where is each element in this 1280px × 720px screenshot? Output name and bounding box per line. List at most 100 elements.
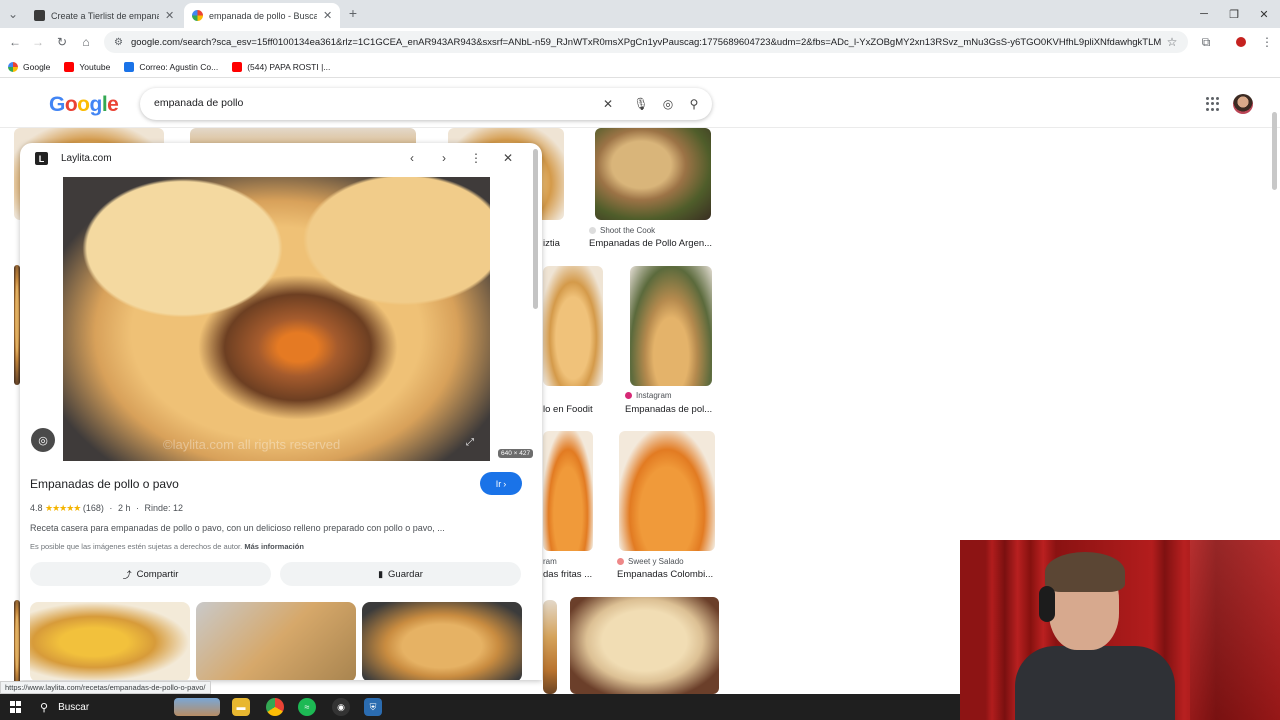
result-source[interactable]: ram bbox=[543, 557, 557, 566]
tab-title: empanada de pollo - Buscar con Google bbox=[209, 10, 317, 21]
bookmark-label: Google bbox=[23, 61, 51, 72]
browser-toolbar: ← → ↻ ⌂ ⚙ google.com/search?sca_esv=15ff… bbox=[0, 28, 1280, 56]
source-favicon-icon bbox=[617, 558, 624, 565]
result-image[interactable] bbox=[543, 266, 603, 386]
extensions-icon[interactable]: ⧉ bbox=[1198, 34, 1214, 50]
avatar[interactable] bbox=[1233, 94, 1253, 114]
result-caption[interactable]: Empanadas Colombi... bbox=[617, 569, 713, 580]
lens-search-icon[interactable]: ◎ bbox=[31, 428, 55, 452]
next-icon[interactable]: › bbox=[436, 150, 452, 166]
result-image[interactable] bbox=[630, 266, 712, 386]
bookmark-youtube[interactable]: Youtube bbox=[64, 61, 110, 72]
share-button[interactable]: ⤴ Compartir bbox=[30, 562, 271, 586]
webcam-overlay bbox=[960, 540, 1280, 720]
save-button[interactable]: ▮ Guardar bbox=[280, 562, 521, 586]
profile-icon[interactable] bbox=[1233, 34, 1249, 50]
bookmark-star-icon[interactable]: ☆ bbox=[1164, 34, 1180, 50]
related-image[interactable] bbox=[362, 602, 522, 680]
search-icon[interactable]: ⚲ bbox=[687, 97, 701, 111]
previous-icon[interactable]: ‹ bbox=[404, 150, 420, 166]
search-box[interactable]: empanada de pollo ✕ 🎙 ◎ ⚲ bbox=[140, 88, 712, 120]
bookmark-label: Correo: Agustin Co... bbox=[139, 61, 219, 72]
address-url: google.com/search?sca_esv=15ff0100134ea3… bbox=[130, 36, 1161, 48]
tab-title: Create a Tierlist de empanadas bbox=[51, 10, 159, 21]
google-favicon-icon bbox=[192, 10, 203, 21]
chrome-icon[interactable] bbox=[266, 698, 284, 716]
menu-icon[interactable]: ⋮ bbox=[1259, 34, 1275, 50]
result-image[interactable] bbox=[595, 128, 711, 220]
tab-tierlist[interactable]: Create a Tierlist de empanadas ✕ bbox=[26, 3, 182, 28]
result-image[interactable] bbox=[543, 600, 557, 694]
close-window-icon[interactable]: ✕ bbox=[1248, 0, 1280, 28]
tierlist-favicon-icon bbox=[34, 10, 45, 21]
youtube-icon bbox=[232, 61, 243, 72]
browser-tabstrip: ⌄ Create a Tierlist de empanadas ✕ empan… bbox=[0, 0, 1280, 28]
reload-icon[interactable]: ↻ bbox=[54, 34, 70, 50]
site-name[interactable]: Laylita.com bbox=[61, 153, 112, 164]
result-title[interactable]: Empanadas de pollo o pavo bbox=[30, 477, 179, 491]
widget-landscape-icon[interactable] bbox=[174, 698, 220, 716]
tab-close-icon[interactable]: ✕ bbox=[165, 9, 174, 22]
camera-lens-icon[interactable]: ◎ bbox=[661, 97, 675, 111]
result-image[interactable] bbox=[543, 431, 593, 551]
search-icon: ⚲ bbox=[40, 701, 49, 714]
bookmark-google[interactable]: Google bbox=[8, 61, 51, 72]
result-caption[interactable]: iztia bbox=[543, 238, 560, 249]
bookmark-label: (544) PAPA ROSTI |... bbox=[247, 61, 331, 72]
result-caption[interactable]: Empanadas de Pollo Argen... bbox=[589, 238, 712, 249]
recipe-meta: 4.8 ★★★★★ (168) · 2 h · Rinde: 12 bbox=[30, 503, 184, 513]
shield-icon[interactable]: ⛨ bbox=[364, 698, 382, 716]
result-image[interactable] bbox=[570, 597, 719, 694]
headphones-icon bbox=[1039, 586, 1055, 622]
site-info-icon[interactable]: ⚙ bbox=[114, 37, 123, 48]
forward-icon[interactable]: → bbox=[30, 34, 46, 50]
address-bar[interactable]: ⚙ google.com/search?sca_esv=15ff0100134e… bbox=[104, 31, 1188, 53]
result-caption[interactable]: lo en Foodit bbox=[543, 404, 593, 415]
result-image[interactable] bbox=[619, 431, 715, 551]
image-watermark: ©laylita.com all rights reserved bbox=[163, 437, 341, 452]
preview-image[interactable]: ©laylita.com all rights reserved bbox=[63, 177, 490, 461]
image-preview-panel: L Laylita.com ‹ › ⋮ ✕ ©laylita.com all r… bbox=[20, 143, 542, 680]
result-description: Receta casera para empanadas de pollo o … bbox=[30, 523, 445, 533]
panel-scrollbar[interactable] bbox=[533, 149, 538, 309]
tab-google-search[interactable]: empanada de pollo - Buscar con Google ✕ bbox=[184, 3, 341, 28]
more-info-link[interactable]: Más información bbox=[244, 542, 304, 551]
bookmark-papa-rosti[interactable]: (544) PAPA ROSTI |... bbox=[232, 61, 331, 72]
google-logo[interactable]: Google bbox=[49, 93, 119, 117]
new-tab-button[interactable]: + bbox=[345, 5, 361, 21]
bookmark-icon: ▮ bbox=[378, 568, 384, 579]
go-button[interactable]: Ir › bbox=[480, 472, 522, 495]
more-options-icon[interactable]: ⋮ bbox=[468, 150, 484, 166]
file-explorer-icon[interactable]: ▬ bbox=[232, 698, 250, 716]
tab-close-icon[interactable]: ✕ bbox=[323, 9, 332, 22]
result-source[interactable]: Shoot the Cook bbox=[589, 226, 655, 235]
result-caption[interactable]: Empanadas de pol... bbox=[625, 404, 712, 415]
windows-start-icon[interactable] bbox=[10, 701, 22, 713]
rating-count: (168) bbox=[82, 503, 104, 513]
result-caption[interactable]: das fritas ... bbox=[543, 569, 592, 580]
bookmark-correo[interactable]: Correo: Agustin Co... bbox=[124, 61, 219, 72]
restore-icon[interactable]: ❐ bbox=[1218, 0, 1250, 28]
page-scrollbar[interactable] bbox=[1272, 112, 1277, 190]
obs-icon[interactable]: ◉ bbox=[332, 698, 350, 716]
rating-value: 4.8 bbox=[30, 503, 43, 513]
result-source[interactable]: Sweet y Salado bbox=[617, 557, 684, 566]
related-image[interactable] bbox=[30, 602, 190, 680]
result-source[interactable]: Instagram bbox=[625, 391, 672, 400]
microphone-icon[interactable]: 🎙 bbox=[633, 97, 648, 111]
back-icon[interactable]: ← bbox=[7, 34, 23, 50]
clear-icon[interactable]: ✕ bbox=[601, 97, 615, 111]
minimize-icon[interactable]: ─ bbox=[1188, 0, 1220, 28]
tab-search-icon[interactable]: ⌄ bbox=[5, 6, 21, 22]
expand-icon[interactable]: ⤢ bbox=[466, 437, 474, 448]
related-image[interactable] bbox=[196, 602, 356, 680]
copyright-notice: Es posible que las imágenes estén sujeta… bbox=[30, 542, 304, 551]
curtain-light bbox=[1190, 540, 1280, 720]
spotify-icon[interactable]: ≈ bbox=[298, 698, 316, 716]
home-icon[interactable]: ⌂ bbox=[78, 34, 94, 50]
windows-taskbar: ⚲ Buscar ▬ ≈ ◉ ⛨ bbox=[0, 694, 960, 720]
close-icon[interactable]: ✕ bbox=[500, 150, 516, 166]
search-input[interactable]: empanada de pollo bbox=[154, 97, 243, 109]
apps-grid-icon[interactable] bbox=[1206, 97, 1220, 111]
google-icon bbox=[8, 61, 18, 72]
